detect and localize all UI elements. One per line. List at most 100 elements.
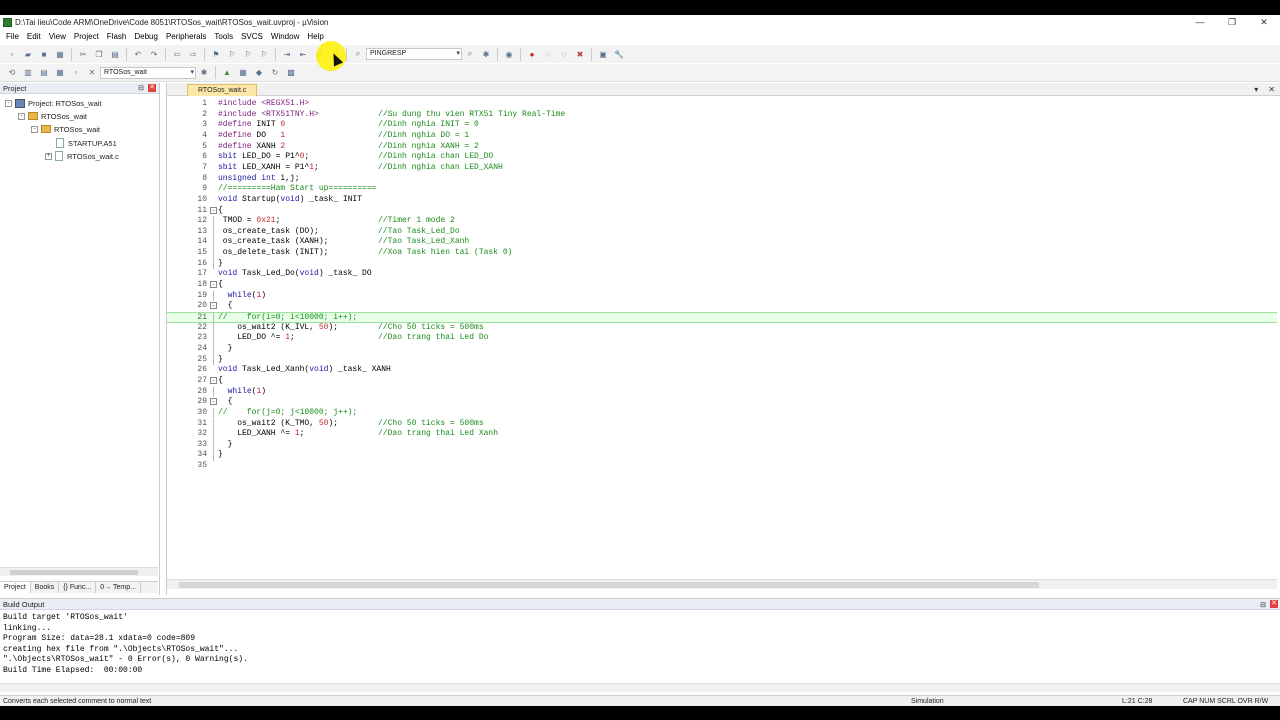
code-line[interactable]: 14 os_create_task (XANH); //Tao Task_Led_… xyxy=(167,237,1277,249)
code-line[interactable]: 34} xyxy=(167,450,1277,462)
nav-back-icon[interactable]: ⇦ xyxy=(171,48,184,61)
code-line[interactable]: 1 #include <REGX51.H> xyxy=(167,99,1277,110)
collapse-icon[interactable]: - xyxy=(31,125,38,133)
indent-icon[interactable]: ⇥ xyxy=(281,48,294,61)
copy-icon[interactable]: ❐ xyxy=(93,48,106,61)
code-line[interactable]: 29- { xyxy=(167,397,1277,408)
scrollbar-thumb[interactable] xyxy=(10,570,138,575)
target-options-icon[interactable]: ✱ xyxy=(198,66,211,79)
maximize-button[interactable]: ❐ xyxy=(1216,15,1248,30)
disable-breakpoint-icon[interactable]: ○ xyxy=(542,48,555,61)
tree-item-project[interactable]: - Project: RTOSos_wait xyxy=(5,97,102,109)
redo-icon[interactable]: ↷ xyxy=(148,48,161,61)
rebuild-icon[interactable]: ▤ xyxy=(38,66,51,79)
pack-installer-icon[interactable]: ↻ xyxy=(269,66,282,79)
close-pane-icon[interactable]: ✕ xyxy=(1270,600,1278,608)
code-line[interactable]: 4 #define DO 1 //Dinh nghia DO = 1 xyxy=(167,131,1277,142)
pin-icon[interactable]: ⊟ xyxy=(1260,600,1266,611)
code-line[interactable]: 3 #define INIT 0 //Dinh nghia INIT = 0 xyxy=(167,120,1277,131)
prev-bookmark-icon[interactable]: ⚐ xyxy=(226,48,239,61)
find-in-files-icon[interactable]: ⌕ xyxy=(352,48,365,61)
fold-collapse-icon[interactable]: - xyxy=(210,376,217,384)
fold-collapse-icon[interactable]: - xyxy=(210,302,217,310)
menu-debug[interactable]: Debug xyxy=(130,30,162,44)
code-line[interactable]: 32 LED_XANH ^= 1; //Dao trang thai Led Xa… xyxy=(167,429,1277,440)
editor-scrollbar[interactable] xyxy=(167,579,1277,589)
code-line[interactable]: 27-{ xyxy=(167,376,1277,387)
code-line[interactable]: 7 sbit LED_XANH = P1^1; //Dinh nghia chan … xyxy=(167,163,1277,174)
menu-svcs[interactable]: SVCS xyxy=(237,30,267,44)
code-line[interactable]: 17 void Task_Led_Do(void) _task_ DO xyxy=(167,269,1277,280)
nav-forward-icon[interactable]: ⇨ xyxy=(187,48,200,61)
next-bookmark-icon[interactable]: ⚐ xyxy=(242,48,255,61)
menu-flash[interactable]: Flash xyxy=(103,30,131,44)
tab-list-icon[interactable]: ▾ xyxy=(1254,83,1258,96)
file-extensions-icon[interactable]: ▲ xyxy=(221,66,234,79)
tab-books[interactable]: Books xyxy=(31,582,60,593)
code-line[interactable]: 11-{ xyxy=(167,206,1277,217)
breakpoint-icon[interactable]: ● xyxy=(526,48,539,61)
menu-edit[interactable]: Edit xyxy=(23,30,45,44)
tab-project[interactable]: Project xyxy=(0,582,31,593)
collapse-icon[interactable]: - xyxy=(18,112,25,120)
fold-collapse-icon[interactable]: - xyxy=(210,206,217,214)
code-line[interactable]: 10 void Startup(void) _task_ INIT xyxy=(167,195,1277,206)
cut-icon[interactable]: ✂ xyxy=(77,48,90,61)
code-line[interactable]: 22 os_wait2 (K_IVL, 50); //Cho 50 ticks =… xyxy=(167,322,1277,334)
code-line[interactable]: 8 unsigned int i,j; xyxy=(167,174,1277,185)
rte-icon[interactable]: ▩ xyxy=(285,66,298,79)
close-pane-icon[interactable]: ✕ xyxy=(148,84,156,92)
menu-window[interactable]: Window xyxy=(267,30,303,44)
batch-build-icon[interactable]: ▦ xyxy=(54,66,67,79)
build-icon[interactable]: ▥ xyxy=(22,66,35,79)
stop-build-icon[interactable]: ▫ xyxy=(70,66,83,79)
code-line[interactable]: 21// for(i=0; i<10000; i++); xyxy=(167,312,1277,324)
tree-item-startup-file[interactable]: STARTUP.A51 xyxy=(56,137,117,149)
code-line[interactable]: 9 //=========Ham Start up========== xyxy=(167,184,1277,195)
disable-all-breakpoints-icon[interactable]: ◌ xyxy=(558,48,571,61)
code-line[interactable]: 20- { xyxy=(167,301,1277,312)
paste-icon[interactable]: ▤ xyxy=(109,48,122,61)
code-line[interactable]: 30 // for(j=0; j<10000; j++); xyxy=(167,407,1277,419)
tree-item-source-file[interactable]: + RTOSos_wait.c xyxy=(45,150,119,162)
clear-bookmarks-icon[interactable]: ⚐ xyxy=(258,48,271,61)
undo-icon[interactable]: ↶ xyxy=(132,48,145,61)
pin-icon[interactable]: ⊟ xyxy=(138,84,144,92)
code-area[interactable]: 1 #include <REGX51.H> 2 #include <RTX51TNY.… xyxy=(167,99,1277,569)
minimize-button[interactable]: — xyxy=(1184,15,1216,30)
code-line[interactable]: 16} xyxy=(167,258,1277,270)
find-combo[interactable]: PINGRESP xyxy=(366,48,462,60)
fold-collapse-icon[interactable]: - xyxy=(210,398,217,406)
code-line[interactable]: 35 xyxy=(167,461,1277,472)
translate-icon[interactable]: ⟲ xyxy=(6,66,19,79)
bookmark-icon[interactable]: ⚑ xyxy=(210,48,223,61)
incremental-find-icon[interactable]: ✱ xyxy=(480,48,493,61)
code-line[interactable]: 28 while(1) xyxy=(167,386,1277,398)
editor-tab[interactable]: RTOSos_wait.c xyxy=(187,84,258,96)
tree-item-group[interactable]: - RTOSos_wait xyxy=(31,123,100,135)
code-line[interactable]: 5 #define XANH 2 //Dinh nghia XANH = 2 xyxy=(167,142,1277,153)
find-icon[interactable]: ⌕ xyxy=(464,48,477,61)
code-line[interactable]: 13 os_create_task (DO); //Tao Task_Led_Do xyxy=(167,226,1277,238)
menu-project[interactable]: Project xyxy=(70,30,103,44)
menu-view[interactable]: View xyxy=(45,30,70,44)
close-tab-icon[interactable]: ✕ xyxy=(1268,83,1275,96)
code-line[interactable]: 12 TMOD = 0x21; //Timer 1 mode 2 xyxy=(167,216,1277,227)
menu-file[interactable]: File xyxy=(2,30,23,44)
window-layout-icon[interactable]: ▣ xyxy=(597,48,610,61)
code-line[interactable]: 26 void Task_Led_Xanh(void) _task_ XANH xyxy=(167,365,1277,376)
collapse-icon[interactable]: - xyxy=(5,99,12,107)
target-combo[interactable]: RTOSos_wait xyxy=(100,66,196,79)
tab-functions[interactable]: {} Func... xyxy=(59,582,97,593)
scrollbar-thumb[interactable] xyxy=(179,582,1039,588)
code-line[interactable]: 23 LED_DO ^= 1; //Dao trang thai Led Do xyxy=(167,333,1277,344)
code-line[interactable]: 18-{ xyxy=(167,280,1277,291)
tree-item-target[interactable]: - RTOSos_wait xyxy=(18,110,87,122)
menu-peripherals[interactable]: Peripherals xyxy=(162,30,210,44)
tab-templates[interactable]: 0→ Temp... xyxy=(96,582,141,593)
code-line[interactable]: 33 } xyxy=(167,439,1277,451)
code-line[interactable]: 15 os_delete_task (INIT); //Xoa Task hien… xyxy=(167,248,1277,259)
download-icon[interactable]: ✕ xyxy=(86,66,99,79)
unindent-icon[interactable]: ⇤ xyxy=(297,48,310,61)
save-icon[interactable]: ■ xyxy=(38,48,51,61)
